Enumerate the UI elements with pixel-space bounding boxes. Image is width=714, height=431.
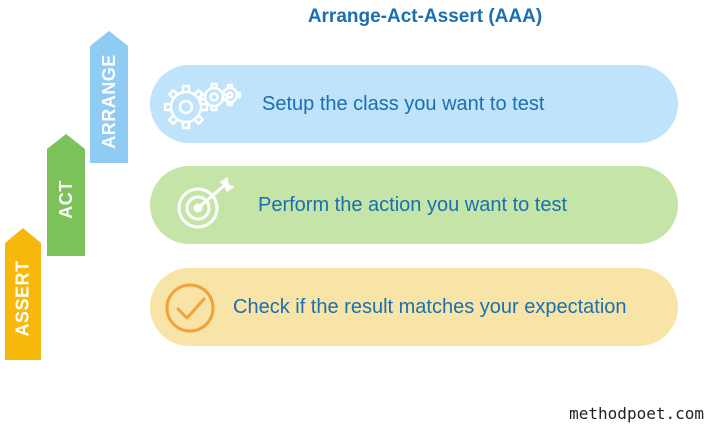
diagram-title: Arrange-Act-Assert (AAA) xyxy=(307,6,543,27)
arrange-band: Setup the class you want to test xyxy=(150,65,678,143)
assert-arrow: ASSERT xyxy=(5,228,41,360)
act-arrow: ACT xyxy=(47,134,85,256)
assert-text: Check if the result matches your expecta… xyxy=(233,295,627,318)
arrange-arrow: ARRANGE xyxy=(90,31,128,163)
arrange-text: Setup the class you want to test xyxy=(262,92,545,115)
assert-band: Check if the result matches your expecta… xyxy=(150,268,678,346)
arrange-label: ARRANGE xyxy=(98,53,119,149)
act-band: Perform the action you want to test xyxy=(150,166,678,244)
assert-label: ASSERT xyxy=(12,259,33,337)
act-text: Perform the action you want to test xyxy=(258,193,568,216)
watermark: methodpoet.com xyxy=(569,404,704,423)
checkmark-icon xyxy=(162,280,218,341)
act-label: ACT xyxy=(55,179,76,219)
target-icon xyxy=(170,176,242,239)
gears-icon xyxy=(162,79,242,136)
